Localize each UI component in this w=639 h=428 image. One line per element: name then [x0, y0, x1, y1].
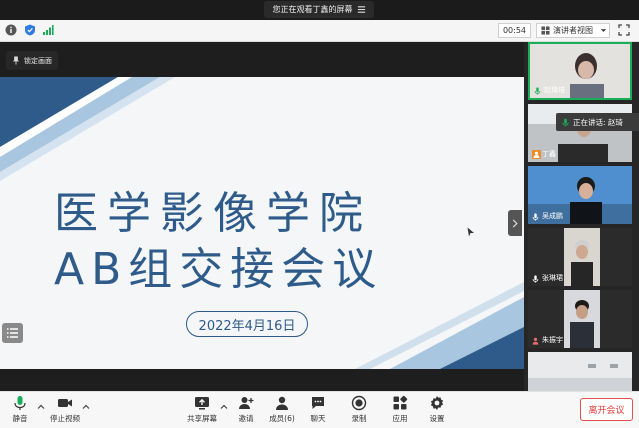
participant-name: 吴成鹏: [542, 212, 563, 220]
view-mode-select[interactable]: 演讲者视图: [536, 23, 610, 38]
shield-icon[interactable]: [24, 24, 36, 36]
members-icon: [276, 396, 288, 410]
share-screen-label: 共享屏幕: [187, 414, 217, 423]
chat-label: 聊天: [310, 414, 326, 423]
members-button[interactable]: 成员(6): [262, 395, 302, 427]
chevron-down-icon: [600, 29, 607, 32]
invite-label: 邀请: [238, 414, 254, 423]
slide-date: 2022年4月16日: [186, 311, 308, 337]
stop-video-button[interactable]: 停止视频: [44, 395, 86, 427]
cursor-icon: [467, 227, 474, 237]
apps-icon: [393, 395, 408, 410]
chat-button[interactable]: 聊天: [298, 395, 338, 427]
participant-name: 朱振宇: [542, 336, 563, 344]
view-mode-label: 演讲者视图: [553, 26, 593, 35]
participant-video: [528, 352, 632, 391]
apps-label: 应用: [392, 414, 408, 423]
leave-meeting-button[interactable]: 离开会议: [580, 398, 633, 421]
chat-icon: [312, 397, 324, 409]
speaking-indicator: 正在讲话: 赵琦: [556, 113, 639, 131]
members-label: 成员(6): [269, 414, 295, 423]
camera-icon: [58, 399, 72, 407]
grid-icon: [541, 26, 550, 35]
participant-name: 丁鑫: [542, 150, 556, 158]
menu-icon: [357, 6, 365, 13]
lock-view-label: 锁定画面: [24, 56, 52, 65]
video-tile[interactable]: [528, 352, 632, 391]
settings-label: 设置: [429, 414, 445, 423]
meeting-controls-bar: 静音 停止视频 共享屏幕 邀请 成员(6) 聊天 录制 应用 设置 离开会议: [0, 391, 639, 428]
share-screen-icon: [195, 397, 209, 410]
record-label: 录制: [351, 414, 367, 423]
presentation-slide: 医学影像学院 AB组交接会议 2022年4月16日: [0, 77, 524, 369]
mic-icon: [562, 118, 569, 126]
info-icon[interactable]: [5, 24, 17, 36]
user-icon: [532, 150, 541, 159]
record-button[interactable]: 录制: [339, 395, 379, 427]
video-tile[interactable]: 朱振宇: [528, 290, 632, 348]
screen-share-banner[interactable]: 您正在观看丁鑫的屏幕: [264, 1, 374, 18]
signal-icon[interactable]: [42, 24, 54, 36]
mic-icon: [532, 275, 539, 283]
banner-text: 您正在观看丁鑫的屏幕: [272, 5, 353, 14]
speaking-label: 正在讲话: 赵琦: [573, 117, 623, 127]
record-icon: [351, 395, 367, 411]
user-icon: [532, 337, 539, 345]
apps-button[interactable]: 应用: [380, 395, 420, 427]
list-icon: [7, 328, 18, 338]
mic-icon: [14, 396, 26, 410]
stop-video-label: 停止视频: [50, 414, 80, 423]
video-tile[interactable]: 赵琦培: [528, 42, 632, 100]
mute-label: 静音: [12, 414, 28, 423]
mic-icon: [534, 87, 541, 95]
meeting-window: 您正在观看丁鑫的屏幕 00:54 演讲者视图 锁定画面 医学影像学院 AB组交接…: [0, 0, 639, 428]
video-tile[interactable]: 吴成鹏: [528, 166, 632, 224]
mute-button[interactable]: 静音: [0, 395, 40, 427]
slide-title-line1: 医学影像学院: [54, 188, 372, 239]
shared-screen-area: 锁定画面 医学影像学院 AB组交接会议 2022年4月16日: [0, 42, 524, 391]
meeting-timer: 00:54: [498, 23, 531, 38]
invite-button[interactable]: 邀请: [226, 395, 266, 427]
chevron-up-icon[interactable]: [82, 403, 90, 411]
participant-name: 张琳珺: [542, 274, 563, 282]
gear-icon: [430, 396, 444, 410]
pin-icon: [12, 56, 20, 65]
top-toolbar: 00:54 演讲者视图: [0, 20, 639, 42]
settings-button[interactable]: 设置: [417, 395, 457, 427]
chevron-right-icon: [512, 218, 518, 228]
participant-name: 赵琦培: [544, 86, 565, 94]
mic-icon: [532, 213, 539, 221]
collapse-panel-button[interactable]: [508, 210, 522, 236]
lock-view-button[interactable]: 锁定画面: [6, 51, 58, 70]
add-user-icon: [239, 397, 254, 409]
video-tile[interactable]: 张琳珺: [528, 228, 632, 286]
fullscreen-icon[interactable]: [618, 24, 630, 36]
participant-video-panel: 赵琦培 丁鑫 吴成鹏 张琳珺 朱振宇: [524, 42, 639, 391]
share-screen-button[interactable]: 共享屏幕: [182, 395, 222, 427]
annotation-toggle-button[interactable]: [2, 323, 23, 343]
slide-title-line2: AB组交接会议: [54, 244, 384, 295]
